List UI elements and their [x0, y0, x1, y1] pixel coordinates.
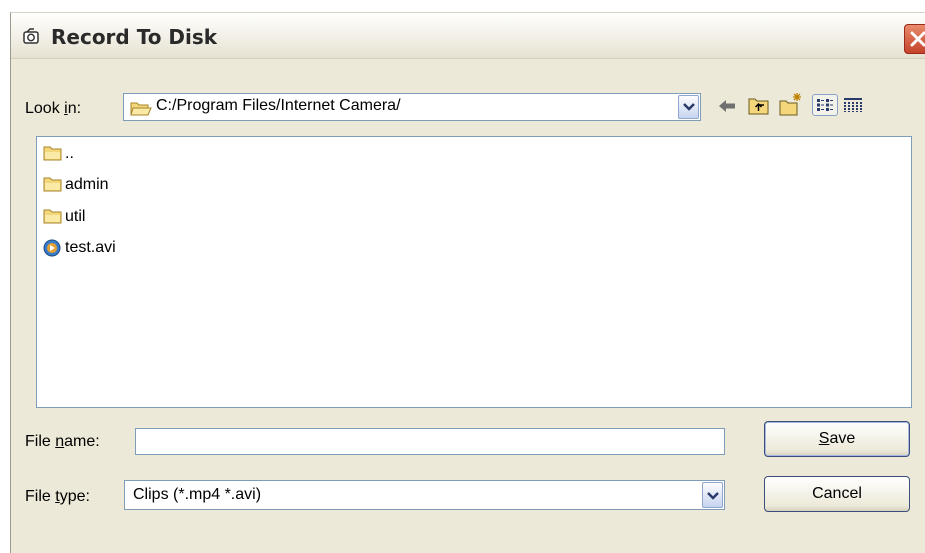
file-list[interactable]: .. admin util test.avi — [36, 136, 912, 408]
chevron-down-icon — [683, 103, 695, 111]
camera-icon — [23, 28, 39, 44]
folder-icon — [43, 177, 62, 192]
close-icon — [910, 31, 925, 47]
file-type-value: Clips (*.mp4 *.avi) — [133, 486, 262, 503]
list-view-icon — [817, 99, 833, 111]
file-name: admin — [65, 176, 109, 193]
dialog-title: Record To Disk — [51, 25, 218, 49]
file-name-label: File name: — [25, 433, 100, 450]
look-in-dropdown-button[interactable] — [678, 95, 699, 119]
open-folder-icon — [130, 102, 152, 116]
back-arrow-icon[interactable] — [718, 98, 736, 114]
folder-icon — [43, 146, 62, 161]
record-to-disk-dialog: Record To Disk Look in: C:/Program Files… — [10, 12, 925, 553]
file-name: .. — [65, 145, 74, 162]
file-name: util — [65, 208, 86, 225]
folder-icon — [43, 209, 62, 224]
details-view-icon[interactable] — [843, 97, 863, 113]
file-type-dropdown[interactable]: Clips (*.mp4 *.avi) — [124, 480, 725, 510]
new-folder-icon[interactable] — [779, 92, 803, 116]
chevron-down-icon — [707, 492, 719, 500]
cancel-button[interactable]: Cancel — [764, 476, 910, 512]
up-folder-icon[interactable] — [748, 95, 770, 115]
look-in-path: C:/Program Files/Internet Camera/ — [156, 97, 401, 114]
file-name: test.avi — [65, 239, 116, 256]
file-type-dropdown-button[interactable] — [702, 482, 723, 508]
title-bar[interactable]: Record To Disk — [11, 13, 925, 59]
look-in-label: Look in: — [25, 100, 82, 117]
file-type-label: File type: — [25, 488, 90, 505]
save-button[interactable]: Save — [764, 421, 910, 457]
close-button[interactable] — [904, 24, 925, 54]
file-name-field[interactable] — [135, 428, 725, 455]
media-file-icon — [43, 239, 61, 257]
list-view-button[interactable] — [812, 94, 838, 116]
look-in-dropdown[interactable]: C:/Program Files/Internet Camera/ — [123, 93, 701, 121]
